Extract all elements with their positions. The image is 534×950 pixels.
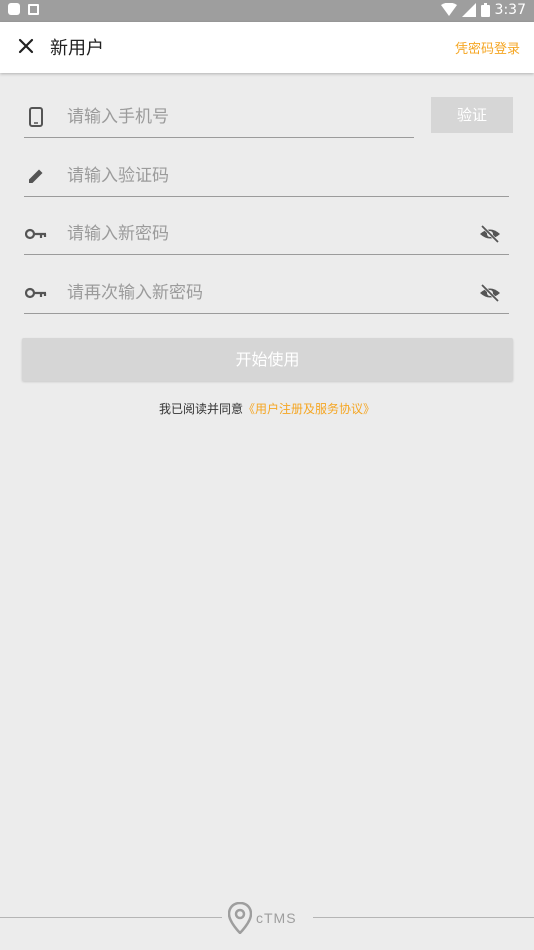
- phone-field: [24, 94, 414, 138]
- phone-icon: [24, 106, 48, 128]
- key-icon: [24, 223, 48, 245]
- status-time: 3:37: [494, 2, 526, 18]
- agreement-text: 我已阅读并同意《用户注册及服务协议》: [0, 400, 534, 417]
- start-button[interactable]: 开始使用: [22, 338, 513, 381]
- page-title: 新用户: [50, 38, 104, 59]
- new-password-input[interactable]: [67, 219, 447, 249]
- agreement-link[interactable]: 《用户注册及服务协议》: [243, 402, 375, 416]
- pencil-icon: [24, 165, 48, 187]
- new-password-field: [24, 211, 509, 255]
- status-bar: 3:37: [0, 0, 534, 22]
- notification-icon: [28, 3, 39, 15]
- eye-off-icon: [480, 224, 500, 244]
- password-login-link[interactable]: 凭密码登录: [455, 38, 520, 57]
- ctms-logo: cTMS: [228, 900, 310, 936]
- close-icon: [18, 38, 34, 54]
- phone-input[interactable]: [67, 102, 397, 132]
- close-button[interactable]: [14, 34, 38, 58]
- android-icon: [8, 3, 20, 15]
- verify-button[interactable]: 验证: [431, 97, 513, 133]
- location-pin-icon: [228, 902, 252, 934]
- logo-text: cTMS: [256, 910, 297, 926]
- signal-icon: [461, 3, 476, 17]
- key-icon: [24, 282, 48, 304]
- confirm-password-input[interactable]: [67, 278, 447, 308]
- wifi-icon: [440, 3, 457, 16]
- eye-off-icon: [480, 283, 500, 303]
- agreement-prefix: 我已阅读并同意: [158, 402, 243, 416]
- footer-divider-right: [313, 917, 534, 918]
- app-bar: 新用户 凭密码登录: [0, 22, 534, 73]
- code-input[interactable]: [67, 161, 487, 191]
- toggle-password-visibility[interactable]: [479, 224, 501, 244]
- battery-icon: [480, 3, 490, 17]
- toggle-confirm-password-visibility[interactable]: [479, 283, 501, 303]
- code-field: [24, 153, 509, 197]
- confirm-password-field: [24, 270, 509, 314]
- footer-divider-left: [0, 917, 222, 918]
